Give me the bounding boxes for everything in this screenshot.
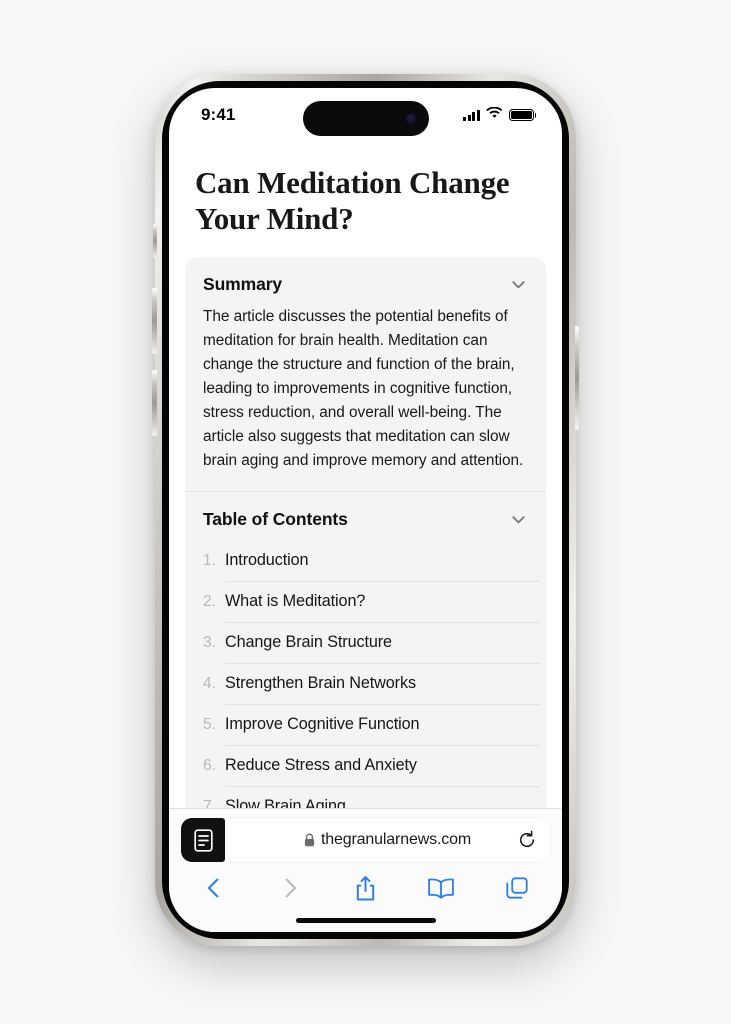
toc-item-label: Strengthen Brain Networks — [225, 674, 416, 693]
toc-item-label: Reduce Stress and Anxiety — [225, 756, 417, 775]
table-of-contents-header[interactable]: Table of Contents — [185, 492, 546, 540]
reload-icon[interactable] — [517, 830, 537, 850]
mute-switch[interactable] — [152, 224, 157, 258]
search-input[interactable]: thegranularnews.com — [225, 818, 550, 862]
toc-item-label: Introduction — [225, 551, 309, 570]
url-display: thegranularnews.com — [304, 831, 471, 849]
toc-item-number: 1. — [203, 552, 217, 570]
battery-icon — [509, 108, 534, 122]
volume-down-button[interactable] — [152, 370, 157, 436]
power-button[interactable] — [574, 326, 579, 430]
share-icon[interactable] — [351, 873, 381, 903]
list-item[interactable]: 5. Improve Cognitive Function — [185, 704, 546, 745]
list-item[interactable]: 4. Strengthen Brain Networks — [185, 663, 546, 704]
safari-bottom-bar: thegranularnews.com — [169, 808, 562, 932]
toc-item-number: 3. — [203, 634, 217, 652]
toc-item-number: 4. — [203, 675, 217, 693]
lock-icon — [304, 833, 315, 847]
phone-screen: 9:41 Can Meditation Change Your Mind? Su… — [169, 88, 562, 932]
front-camera-lens — [405, 113, 417, 124]
dynamic-island — [302, 101, 429, 136]
toc-item-label: Change Brain Structure — [225, 633, 392, 652]
status-bar-indicators — [462, 106, 534, 124]
address-bar-row: thegranularnews.com — [169, 818, 562, 862]
volume-up-button[interactable] — [152, 288, 157, 354]
chevron-right-icon — [275, 873, 305, 903]
toc-item-number: 6. — [203, 757, 217, 775]
table-of-contents-heading: Table of Contents — [203, 509, 348, 530]
url-text: thegranularnews.com — [320, 831, 472, 848]
tabs-icon[interactable] — [502, 873, 532, 903]
toc-item-label: What is Meditation? — [225, 592, 366, 611]
list-item[interactable]: 6. Reduce Stress and Anxiety — [185, 745, 546, 786]
list-item[interactable]: 2. What is Meditation? — [185, 581, 546, 622]
table-of-contents-list: 1. Introduction 2. What is Meditation? 3… — [185, 540, 546, 829]
article-info-card: Summary The article discusses the potent… — [185, 256, 546, 830]
wifi-icon — [486, 106, 503, 124]
cellular-signal-icon — [462, 109, 480, 121]
summary-body-text: The article discusses the potential bene… — [203, 307, 524, 470]
iphone-mockup: 9:41 Can Meditation Change Your Mind? Su… — [152, 74, 579, 946]
summary-heading: Summary — [203, 273, 283, 294]
toc-item-label: Improve Cognitive Function — [225, 715, 420, 734]
web-page-content[interactable]: Can Meditation Change Your Mind? Summary… — [169, 142, 562, 932]
browser-toolbar — [169, 862, 562, 910]
summary-header[interactable]: Summary — [185, 257, 546, 305]
chevron-down-icon[interactable] — [509, 510, 528, 529]
toc-item-number: 2. — [203, 593, 217, 611]
page-title: Can Meditation Change Your Mind? — [195, 165, 510, 236]
book-icon[interactable] — [426, 873, 456, 903]
list-item[interactable]: 3. Change Brain Structure — [185, 622, 546, 663]
toc-item-number: 5. — [203, 716, 217, 734]
status-bar-time: 9:41 — [201, 105, 236, 124]
home-indicator — [295, 918, 436, 923]
list-item[interactable]: 1. Introduction — [185, 540, 546, 581]
reader-mode-icon[interactable] — [181, 818, 225, 862]
chevron-left-icon[interactable] — [199, 873, 229, 903]
chevron-down-icon[interactable] — [509, 275, 528, 294]
status-bar: 9:41 — [169, 88, 562, 142]
